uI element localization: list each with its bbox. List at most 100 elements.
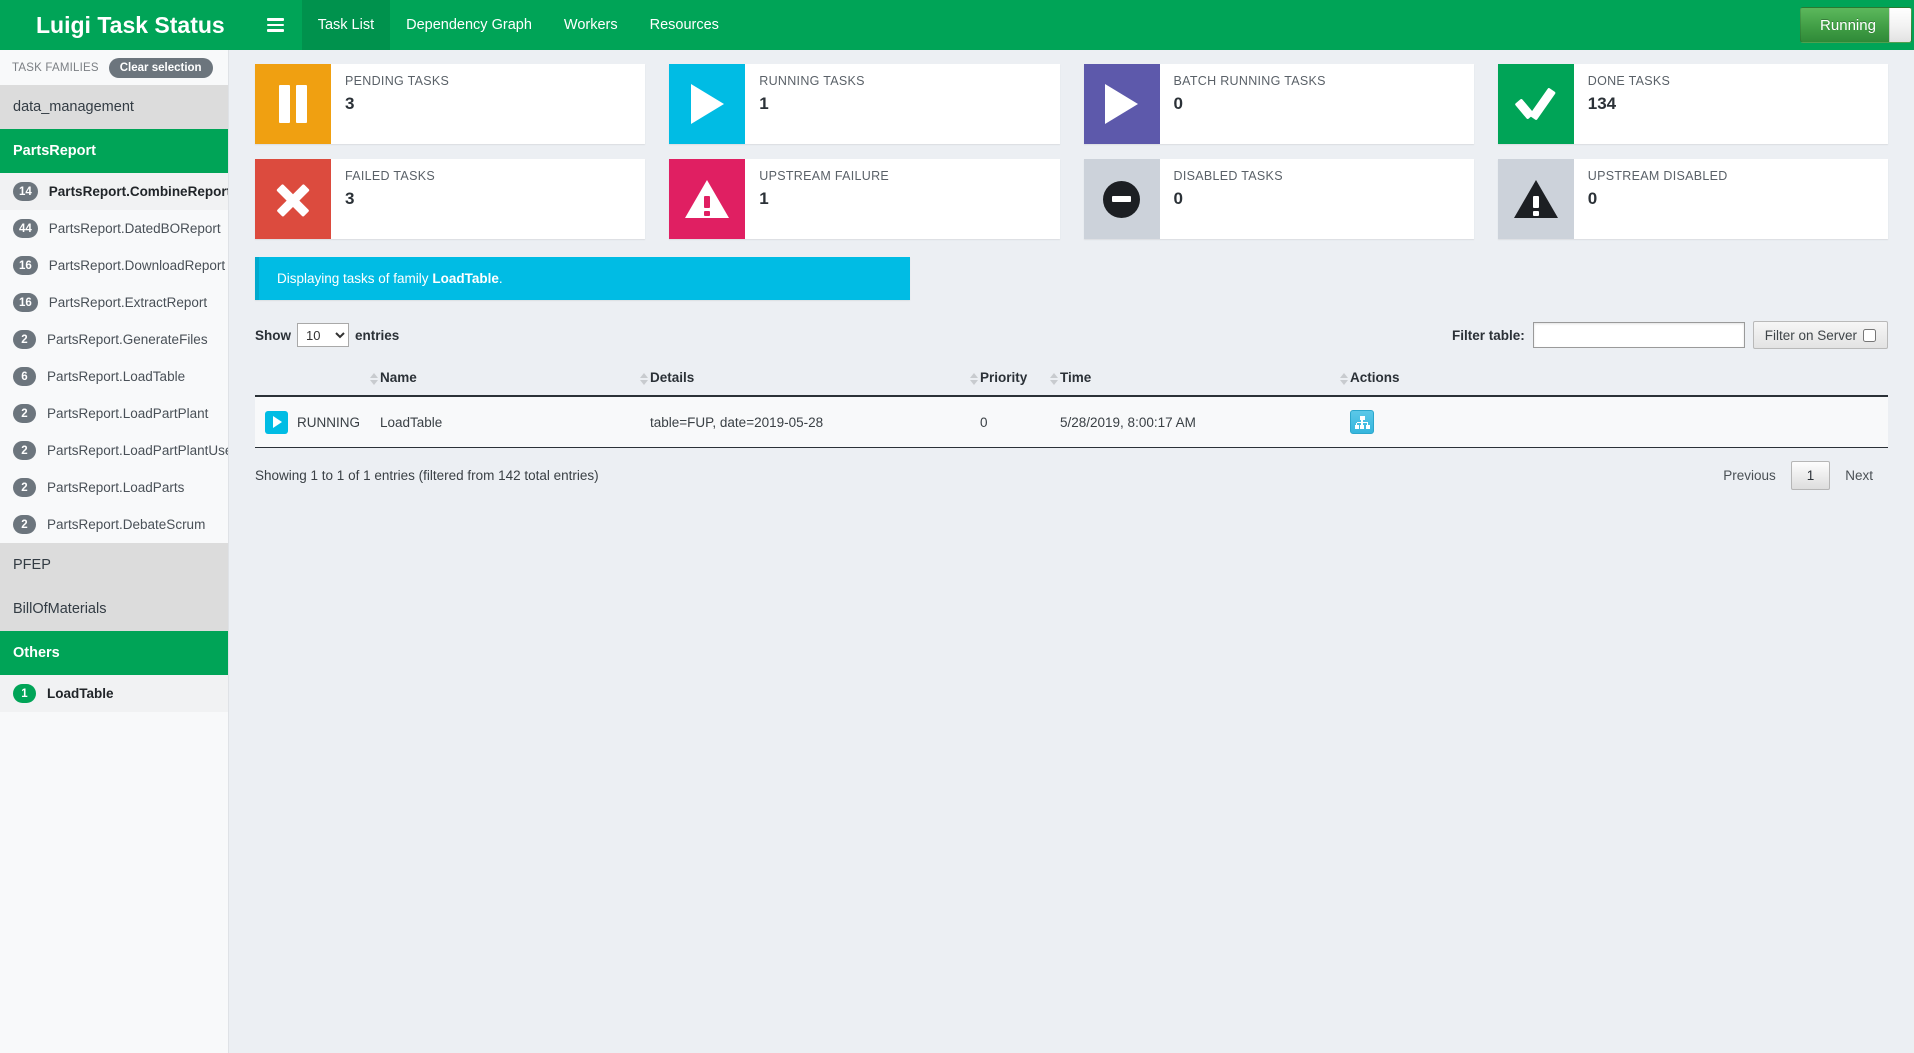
tasks-table: Name Details Priority Time	[255, 362, 1888, 448]
hamburger-bar	[267, 18, 284, 21]
navbar-right: Running	[1800, 0, 1914, 50]
sidebar-group-pfep[interactable]: PFEP	[0, 543, 228, 587]
status-cell: RUNNING	[265, 411, 360, 434]
card-body: RUNNING TASKS 1	[745, 64, 865, 144]
table-controls: Show 102550100 entries Filter table: Fil…	[255, 318, 1888, 352]
card-pending-tasks[interactable]: PENDING TASKS 3	[255, 64, 645, 144]
sidebar-item-combinereports[interactable]: 14 PartsReport.CombineReports	[0, 173, 228, 210]
toggle-knob	[1889, 8, 1911, 42]
pagination: Previous 1 Next	[1708, 461, 1888, 490]
nav-item-resources[interactable]: Resources	[634, 0, 735, 50]
cell-name: LoadTable	[370, 396, 640, 448]
card-value: 0	[1174, 189, 1283, 209]
sidebar-item-label: PartsReport.DownloadReport	[49, 258, 225, 273]
sidebar-group-partsreport[interactable]: PartsReport	[0, 129, 228, 173]
entries-length-control: Show 102550100 entries	[255, 323, 399, 347]
task-count-badge: 1	[13, 684, 36, 703]
task-count-badge: 2	[13, 515, 36, 534]
sort-icon	[1340, 373, 1348, 385]
app-brand: Luigi Task Status	[0, 0, 249, 50]
card-value: 3	[345, 189, 435, 209]
sidebar-item-loadpartplant[interactable]: 2 PartsReport.LoadPartPlant	[0, 395, 228, 432]
task-count-badge: 2	[13, 478, 36, 497]
card-body: PENDING TASKS 3	[331, 64, 449, 144]
sidebar-group-others[interactable]: Others	[0, 631, 228, 675]
sitemap-glyph	[1355, 416, 1370, 429]
card-failed-tasks[interactable]: FAILED TASKS 3	[255, 159, 645, 239]
filter-on-server-checkbox[interactable]	[1863, 329, 1876, 342]
column-priority-label: Priority	[980, 370, 1027, 385]
card-done-tasks[interactable]: DONE TASKS 134	[1498, 64, 1888, 144]
alert-suffix: .	[499, 271, 503, 286]
card-upstream-failure[interactable]: UPSTREAM FAILURE 1	[669, 159, 1059, 239]
pagination-previous[interactable]: Previous	[1708, 461, 1791, 490]
sidebar-group-billofmaterials[interactable]: BillOfMaterials	[0, 587, 228, 631]
nav-items: Task List Dependency Graph Workers Resou…	[302, 0, 735, 50]
ban-icon	[1084, 159, 1160, 239]
card-upstream-disabled[interactable]: UPSTREAM DISABLED 0	[1498, 159, 1888, 239]
clear-selection-button[interactable]: Clear selection	[109, 58, 213, 78]
column-actions[interactable]: Actions	[1340, 362, 1888, 396]
filter-area: Filter table: Filter on Server	[1452, 321, 1888, 349]
task-count-badge: 14	[13, 182, 38, 201]
sidebar-item-label: PartsReport.CombineReports	[49, 184, 228, 199]
sidebar-group-data-management[interactable]: data_management	[0, 85, 228, 129]
sidebar-item-datedboreport[interactable]: 44 PartsReport.DatedBOReport	[0, 210, 228, 247]
task-count-badge: 44	[13, 219, 38, 238]
sidebar-item-loadtable[interactable]: 6 PartsReport.LoadTable	[0, 358, 228, 395]
play-icon	[669, 64, 745, 144]
column-details-label: Details	[650, 370, 694, 385]
pause-icon	[255, 64, 331, 144]
check-icon	[1498, 64, 1574, 144]
family-filter-alert: Displaying tasks of family LoadTable.	[255, 257, 910, 300]
task-count-badge: 16	[13, 256, 38, 275]
card-body: UPSTREAM FAILURE 1	[745, 159, 889, 239]
status-label: RUNNING	[297, 415, 360, 430]
cell-priority: 0	[970, 396, 1050, 448]
column-priority[interactable]: Priority	[970, 362, 1050, 396]
pagination-next[interactable]: Next	[1830, 461, 1888, 490]
show-label: Show	[255, 328, 291, 343]
card-batch-running-tasks[interactable]: BATCH RUNNING TASKS 0	[1084, 64, 1474, 144]
sidebar-item-loadparts[interactable]: 2 PartsReport.LoadParts	[0, 469, 228, 506]
nav-item-workers[interactable]: Workers	[548, 0, 634, 50]
hamburger-bar	[267, 29, 284, 32]
sidebar-item-others-loadtable[interactable]: 1 LoadTable	[0, 675, 228, 712]
card-label: PENDING TASKS	[345, 74, 449, 88]
filter-table-input[interactable]	[1533, 322, 1745, 348]
column-details[interactable]: Details	[640, 362, 970, 396]
hamburger-icon[interactable]	[249, 0, 302, 50]
filter-table-label: Filter table:	[1452, 328, 1525, 343]
sidebar-item-extractreport[interactable]: 16 PartsReport.ExtractReport	[0, 284, 228, 321]
column-name-label: Name	[380, 370, 417, 385]
column-name[interactable]: Name	[370, 362, 640, 396]
card-body: DISABLED TASKS 0	[1160, 159, 1283, 239]
sidebar-item-debatescrum[interactable]: 2 PartsReport.DebateScrum	[0, 506, 228, 543]
sort-icon	[1050, 373, 1058, 385]
pagination-page-1[interactable]: 1	[1791, 461, 1831, 490]
nav-item-task-list[interactable]: Task List	[302, 0, 390, 50]
alert-prefix: Displaying tasks of family	[277, 271, 429, 286]
sidebar-item-loadpartplantuse[interactable]: 2 PartsReport.LoadPartPlantUse	[0, 432, 228, 469]
sidebar-item-downloadreport[interactable]: 16 PartsReport.DownloadReport	[0, 247, 228, 284]
running-status-toggle[interactable]: Running	[1800, 7, 1912, 43]
card-running-tasks[interactable]: RUNNING TASKS 1	[669, 64, 1059, 144]
column-time[interactable]: Time	[1050, 362, 1340, 396]
table-row[interactable]: RUNNING LoadTable table=FUP, date=2019-0…	[255, 396, 1888, 448]
column-status[interactable]	[255, 362, 370, 396]
sidebar-item-label: PartsReport.LoadParts	[47, 480, 184, 495]
sidebar-item-label: PartsReport.ExtractReport	[49, 295, 207, 310]
card-value: 0	[1588, 189, 1728, 209]
page-length-select[interactable]: 102550100	[297, 323, 349, 347]
column-time-label: Time	[1060, 370, 1091, 385]
nav-item-dependency-graph[interactable]: Dependency Graph	[390, 0, 548, 50]
task-table-section: Show 102550100 entries Filter table: Fil…	[229, 300, 1914, 490]
card-disabled-tasks[interactable]: DISABLED TASKS 0	[1084, 159, 1474, 239]
card-value: 0	[1174, 94, 1326, 114]
tasks-table-head: Name Details Priority Time	[255, 362, 1888, 396]
filter-on-server-button[interactable]: Filter on Server	[1753, 321, 1888, 349]
sort-icon	[370, 373, 378, 385]
task-count-badge: 2	[13, 404, 36, 423]
sidebar-item-generatefiles[interactable]: 2 PartsReport.GenerateFiles	[0, 321, 228, 358]
sitemap-icon[interactable]	[1350, 410, 1374, 434]
